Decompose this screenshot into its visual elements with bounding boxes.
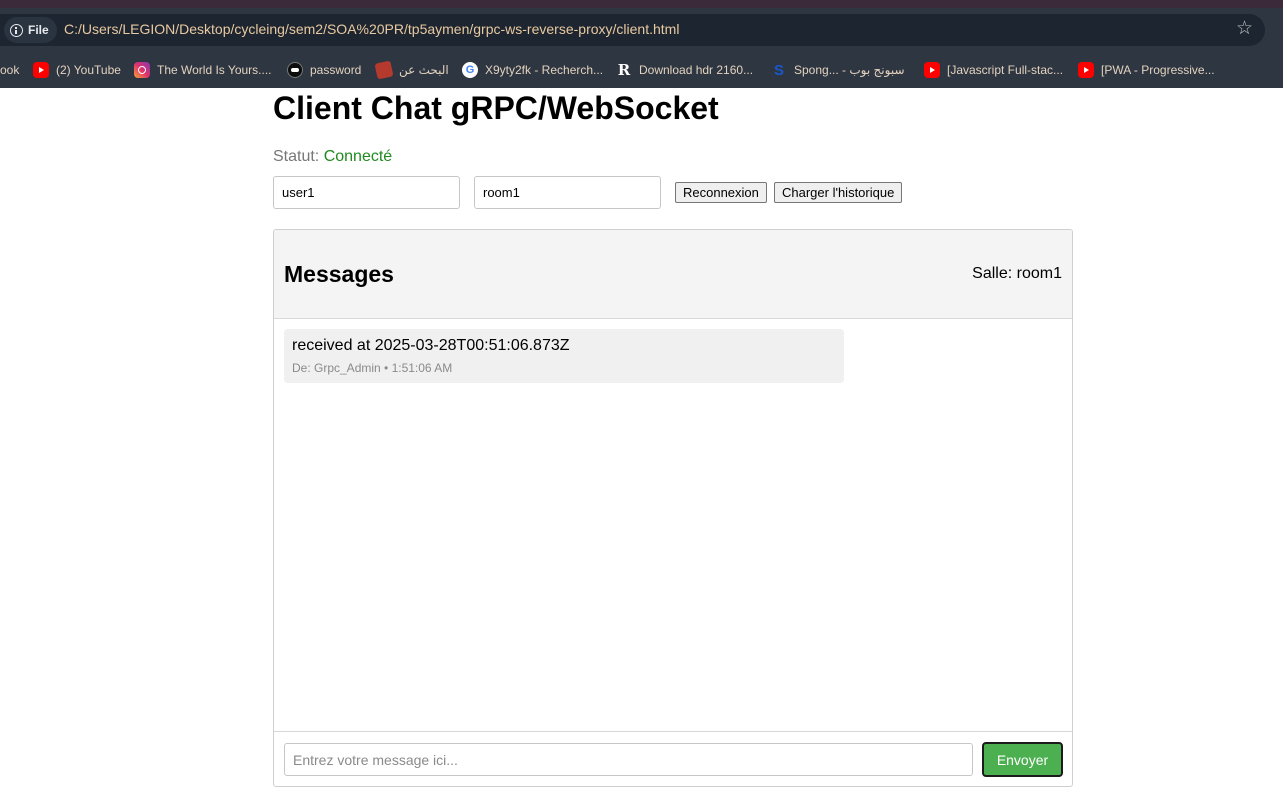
youtube-icon: [33, 62, 49, 78]
bookmark-label: X9yty2fk - Recherch...: [485, 63, 604, 77]
reconnect-button[interactable]: Reconnexion: [675, 182, 767, 203]
messages-heading: Messages: [284, 261, 394, 287]
bookmark-item[interactable]: (2) YouTube: [33, 59, 121, 81]
bookmark-label: (2) YouTube: [56, 63, 121, 77]
star-icon[interactable]: ☆: [1236, 18, 1253, 40]
bookmark-label: البحث عن: [399, 63, 449, 77]
bookmarks-bar: ook (2) YouTube The World Is Yours.... p…: [0, 52, 1283, 88]
bookmark-item[interactable]: [PWA - Progressive...: [1078, 59, 1215, 81]
room-input[interactable]: [474, 176, 661, 209]
youtube-icon: [1078, 62, 1094, 78]
address-bar[interactable]: File C:/Users/LEGION/Desktop/cycleing/se…: [0, 14, 1265, 46]
bookmark-label: Spong... - سبونج بوب: [794, 63, 905, 77]
instagram-icon: [134, 62, 150, 78]
bookmark-label: The World Is Yours....: [157, 63, 272, 77]
bookmark-label: [Javascript Full-stac...: [947, 63, 1064, 77]
bookmark-item[interactable]: البحث عن: [374, 59, 449, 81]
site-info-chip[interactable]: File: [4, 17, 57, 43]
password-bot-icon: [287, 62, 303, 78]
arabic-site-icon: [374, 60, 394, 80]
window-top-strip: [0, 0, 1283, 8]
room-label: Salle: room1: [972, 265, 1062, 282]
page-title: Client Chat gRPC/WebSocket: [273, 90, 719, 126]
send-button[interactable]: Envoyer: [982, 742, 1063, 777]
google-icon: G: [462, 62, 478, 78]
info-icon: [10, 23, 23, 37]
bookmark-item[interactable]: G X9yty2fk - Recherch...: [462, 59, 603, 81]
status-label: Statut:: [273, 148, 320, 165]
bookmark-label: Download hdr 2160...: [639, 63, 754, 77]
message-composer: Envoyer: [274, 732, 1072, 786]
youtube-icon: [924, 62, 940, 78]
bookmark-item[interactable]: ook: [0, 59, 19, 81]
message-input[interactable]: [284, 743, 973, 776]
browser-toolbar: File C:/Users/LEGION/Desktop/cycleing/se…: [0, 8, 1283, 52]
status-value: Connecté: [323, 148, 393, 165]
bookmark-item[interactable]: R Download hdr 2160...: [616, 59, 753, 81]
messages-list[interactable]: received at 2025-03-28T00:51:06.873Z De:…: [274, 319, 1072, 732]
username-input[interactable]: [273, 176, 460, 209]
bookmark-label: ook: [0, 63, 20, 77]
message-text: received at 2025-03-28T00:51:06.873Z: [292, 337, 570, 354]
message-meta: De: Grpc_Admin • 1:51:06 AM: [292, 361, 453, 375]
message-bubble: received at 2025-03-28T00:51:06.873Z De:…: [284, 329, 844, 383]
connection-status: Statut: Connecté: [273, 148, 392, 166]
file-label: File: [28, 23, 49, 37]
bookmark-item[interactable]: The World Is Yours....: [134, 59, 272, 81]
load-history-button[interactable]: Charger l'historique: [774, 182, 903, 203]
chat-panel: Messages Salle: room1 received at 2025-0…: [273, 229, 1073, 787]
chat-header: Messages Salle: room1: [274, 230, 1072, 319]
bookmark-item[interactable]: S Spong... - سبونج بوب: [771, 59, 905, 81]
url-text[interactable]: C:/Users/LEGION/Desktop/cycleing/sem2/SO…: [64, 21, 679, 37]
bookmark-item[interactable]: [Javascript Full-stac...: [924, 59, 1063, 81]
s-site-icon: S: [773, 61, 784, 79]
r-site-icon: R: [617, 61, 631, 79]
bookmark-label: [PWA - Progressive...: [1101, 63, 1215, 77]
bookmark-item[interactable]: password: [287, 59, 361, 81]
bookmark-label: password: [310, 63, 362, 77]
